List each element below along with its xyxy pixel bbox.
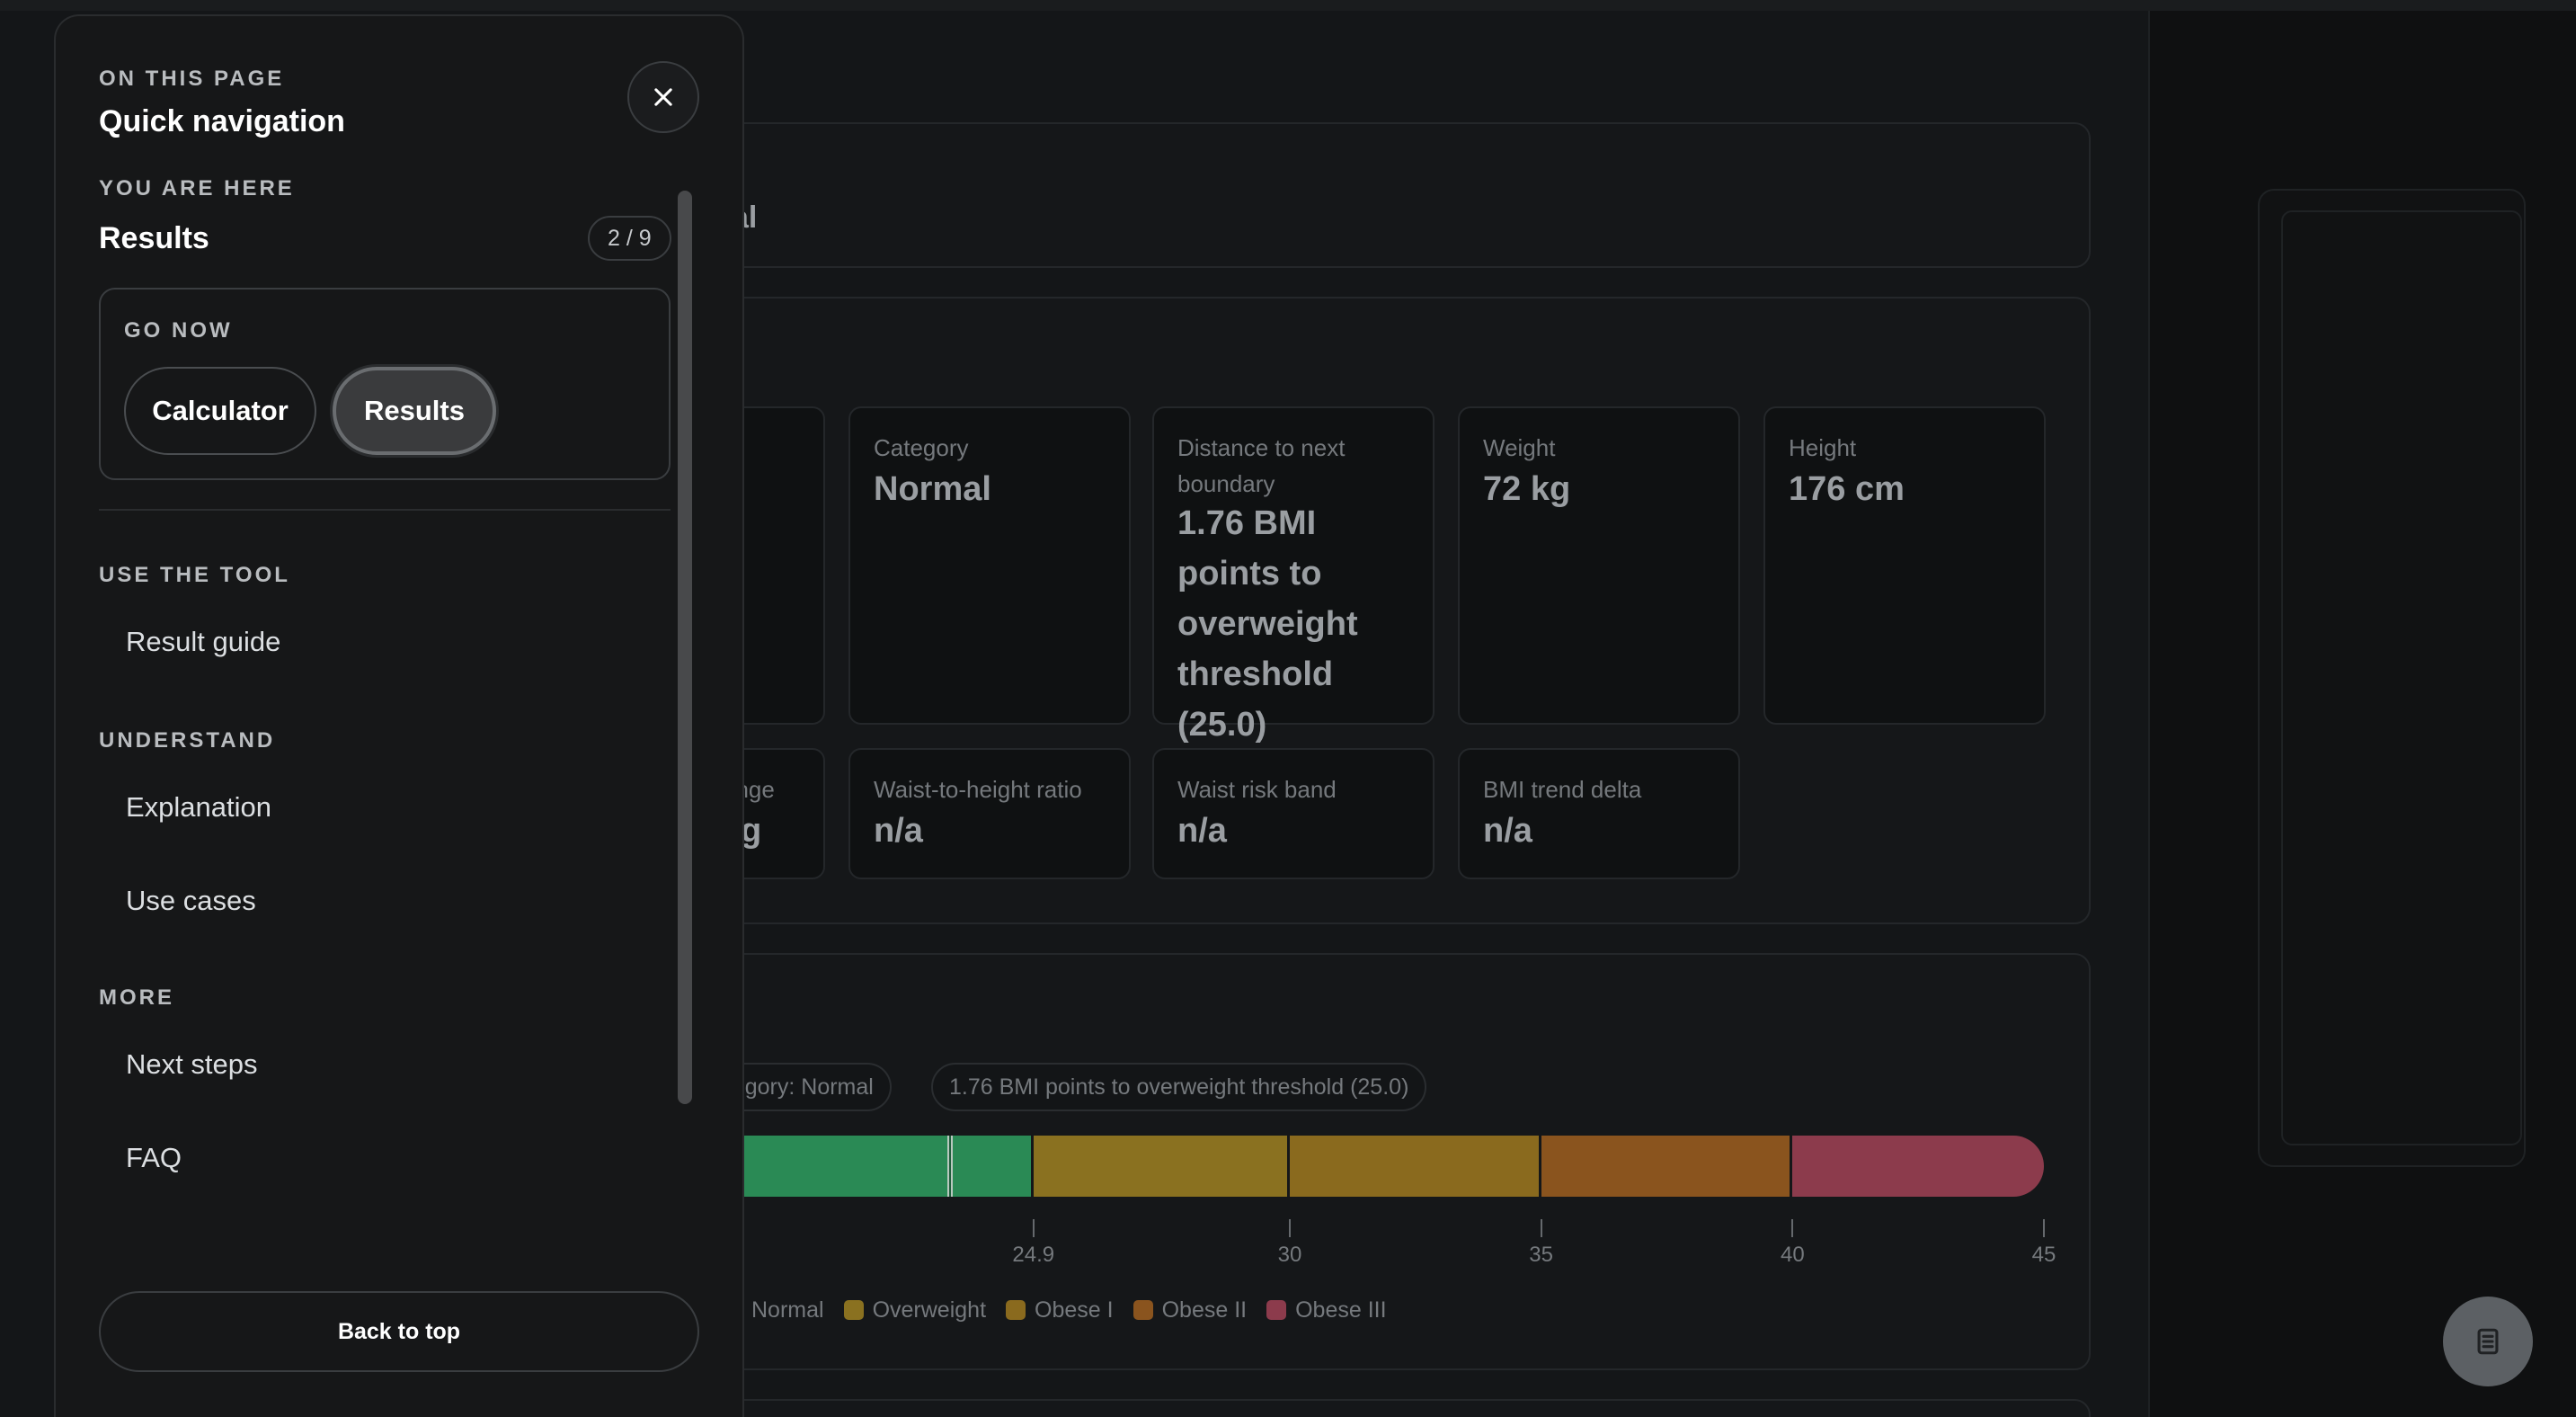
stat-value: n/a [1483,812,1532,850]
axis-tick [1289,1219,1291,1237]
divider [99,509,671,511]
next-card [701,1399,2091,1417]
summary-card [701,122,2091,268]
nav-item-result-guide[interactable]: Result guide [126,626,280,658]
stat-label: Weight [1483,434,1556,461]
axis-tick-label: 24.9 [1012,1243,1055,1267]
stat-label: BMI trend delta [1483,776,1642,803]
legend-label: Normal [751,1297,824,1323]
legend-swatch [1133,1300,1153,1320]
group-label-understand: UNDERSTAND [99,728,276,753]
stat-box-category: Category Normal [848,406,1131,725]
stat-label: Distance to next boundary [1177,434,1346,497]
nav-item-faq[interactable]: FAQ [126,1142,182,1174]
bmi-band-5 [1792,1136,2044,1197]
document-icon [2477,1328,2499,1355]
stat-box-distance: Distance to next boundary 1.76 BMI point… [1152,406,1435,744]
go-results-button[interactable]: Results [333,367,496,455]
go-now-label: GO NOW [124,318,233,343]
toc-fab-button[interactable] [2443,1297,2533,1386]
right-rail-inner [2281,210,2522,1145]
axis-tick-label: 40 [1780,1243,1805,1267]
stat-label: Waist risk band [1177,776,1337,803]
stat-box-waist-ratio: Waist-to-height ratio n/a [848,748,1131,879]
axis-tick [1032,1219,1035,1237]
axis-tick [1791,1219,1794,1237]
legend-label: Obese I [1035,1297,1114,1323]
stat-value: 1.76 BMI points to overweight threshold … [1177,504,1358,744]
bmi-band-1 [742,1136,1031,1197]
stat-value: 176 cm [1789,470,1905,508]
drawer-scrollbar[interactable] [678,191,692,1104]
you-are-here-label: YOU ARE HERE [99,176,295,201]
legend-swatch [1006,1300,1026,1320]
go-now-panel: GO NOW Calculator Results [99,288,671,480]
bmi-legend: Normal Overweight Obese I Obese II Obese… [751,1297,1387,1323]
stat-value: Normal [874,470,991,508]
legend-swatch [1266,1300,1287,1320]
group-label-more: MORE [99,985,174,1010]
axis-tick-label: 35 [1529,1243,1553,1267]
legend-item-obese-1: Obese I [1006,1297,1114,1323]
bmi-band-2 [1033,1136,1287,1197]
legend-item-obese-2: Obese II [1133,1297,1248,1323]
distance-chip: 1.76 BMI points to overweight threshold … [931,1063,1427,1111]
stat-value: n/a [874,812,923,850]
top-bar [0,0,2576,11]
stat-box-trend: BMI trend delta n/a [1458,748,1740,879]
legend-label: Obese II [1161,1297,1248,1323]
legend-item-overweight: Overweight [843,1297,987,1323]
stat-value: 72 kg [1483,470,1571,508]
current-section: Results [99,221,209,255]
legend-label: Overweight [872,1297,987,1323]
stat-box-waist-band: Waist risk band n/a [1152,748,1435,879]
legend-item-obese-3: Obese III [1266,1297,1387,1323]
group-label-use-the-tool: USE THE TOOL [99,563,290,587]
stat-value: n/a [1177,812,1227,850]
axis-tick [1540,1219,1542,1237]
legend-label: Obese III [1295,1297,1387,1323]
bmi-band-4 [1541,1136,1790,1197]
stat-box-height: Height 176 cm [1763,406,2046,725]
bmi-band-3 [1290,1136,1539,1197]
axis-tick [2043,1219,2045,1237]
drawer-title: Quick navigation [99,104,345,138]
bmi-marker [946,1136,953,1197]
go-calculator-button[interactable]: Calculator [124,367,316,455]
axis-tick-label: 30 [1277,1243,1302,1267]
stat-label: Waist-to-height ratio [874,776,1082,803]
back-to-top-button[interactable]: Back to top [99,1291,699,1372]
legend-swatch [843,1300,864,1320]
nav-item-use-cases[interactable]: Use cases [126,885,256,917]
stat-box-weight: Weight 72 kg [1458,406,1740,725]
legend-item-normal: Normal [751,1297,824,1323]
nav-item-explanation[interactable]: Explanation [126,791,271,824]
drawer-eyebrow: ON THIS PAGE [99,67,285,91]
quick-navigation-drawer: ON THIS PAGE Quick navigation YOU ARE HE… [54,14,744,1417]
close-icon [654,88,672,106]
axis-tick-label: 45 [2031,1243,2056,1267]
stat-label: Category [874,434,969,461]
section-counter: 2 / 9 [588,216,671,261]
stat-label: Height [1789,434,1857,461]
close-button[interactable] [627,61,699,133]
nav-item-next-steps[interactable]: Next steps [126,1048,257,1081]
